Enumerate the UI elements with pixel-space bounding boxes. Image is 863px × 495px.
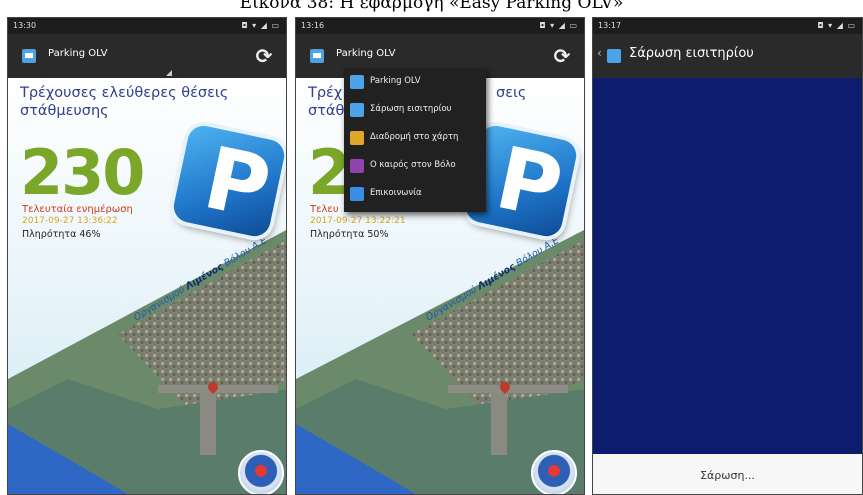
free-spaces-count: 230 (20, 136, 145, 209)
phone-screen-scan: 13:17 ◘ ▾ ◢ ▭ ‹ Σάρωση εισιτηρίου Σάρωση… (592, 17, 863, 495)
app-toolbar: ‹ Σάρωση εισιτηρίου (593, 34, 862, 78)
last-update-label: Τελευταία ενημέρωση (22, 204, 133, 215)
scan-ticket-icon (607, 49, 621, 63)
fill-rate: Πληρότητα 50% (310, 229, 389, 240)
phone-screen-main: 13:30 ◘ ▾ ◢ ▭ Parking OLV ⟳ Οργανισμού Λ… (7, 17, 287, 495)
status-time: 13:30 (13, 21, 37, 30)
status-bar: 13:17 ◘ ▾ ◢ ▭ (593, 18, 862, 34)
menu-item-weather[interactable]: Ο καιρός στον Βόλο (344, 152, 486, 180)
refresh-icon[interactable]: ⟳ (552, 46, 572, 66)
status-icons: ◘ ▾ ◢ ▭ (241, 21, 280, 30)
app-toolbar: Parking OLV ⟳ (8, 34, 286, 78)
toolbar-title[interactable]: Parking OLV (48, 48, 107, 59)
status-time: 13:17 (598, 21, 622, 30)
menu-item-scan-ticket[interactable]: Σάρωση εισιτηρίου (344, 96, 486, 124)
free-spaces-heading: Τρέχουσες ελεύθερες θέσεις στάθμευσης (20, 85, 229, 119)
map-route-icon (350, 131, 364, 145)
free-spaces-count-partial: 2 (308, 136, 351, 209)
contact-icon (350, 187, 364, 201)
last-update-time: 2017-09-27 13:36:22 (22, 216, 118, 226)
fill-rate: Πληρότητα 46% (22, 229, 101, 240)
main-content: Οργανισμού Λιμένος Βόλου Α.Ε Τρέχουσες ε… (8, 78, 286, 494)
parking-app-icon (22, 49, 36, 63)
weather-icon (350, 159, 364, 173)
parking-app-icon (350, 75, 364, 89)
scan-ticket-icon (350, 103, 364, 117)
port-authority-seal (238, 450, 284, 494)
parking-app-icon (310, 49, 324, 63)
phone-screen-menu: 13:16 ◘ ▾ ◢ ▭ Parking OLV ⟳ Οργανισμού Λ… (295, 17, 585, 495)
menu-item-parking[interactable]: Parking OLV (344, 68, 486, 96)
toolbar-title: Σάρωση εισιτηρίου (629, 46, 754, 61)
toolbar-title[interactable]: Parking OLV (336, 48, 395, 59)
status-icons: ◘ ▾ ◢ ▭ (539, 21, 578, 30)
dropdown-indicator-icon[interactable] (166, 70, 172, 76)
back-icon[interactable]: ‹ (597, 46, 602, 60)
last-update-time: 2017-09-27 13:22:21 (310, 216, 406, 226)
menu-item-map-route[interactable]: Διαδρομή στο χάρτη (344, 124, 486, 152)
camera-scan-view (593, 78, 862, 456)
figure-caption: Εικόνα 38: Η εφαρμογή «Easy Parking OLV» (239, 0, 624, 13)
port-authority-seal (531, 450, 577, 494)
scan-status: Σάρωση... (593, 454, 862, 494)
navigation-dropdown-menu: Parking OLV Σάρωση εισιτηρίου Διαδρομή σ… (344, 68, 486, 212)
status-time: 13:16 (301, 21, 325, 30)
status-icons: ◘ ▾ ◢ ▭ (817, 21, 856, 30)
status-bar: 13:16 ◘ ▾ ◢ ▭ (296, 18, 584, 34)
refresh-icon[interactable]: ⟳ (254, 46, 274, 66)
parking-logo: P (170, 122, 286, 239)
menu-item-contact[interactable]: Επικοινωνία (344, 180, 486, 208)
last-update-label-partial: Τελευ (310, 204, 339, 215)
status-bar: 13:30 ◘ ▾ ◢ ▭ (8, 18, 286, 34)
